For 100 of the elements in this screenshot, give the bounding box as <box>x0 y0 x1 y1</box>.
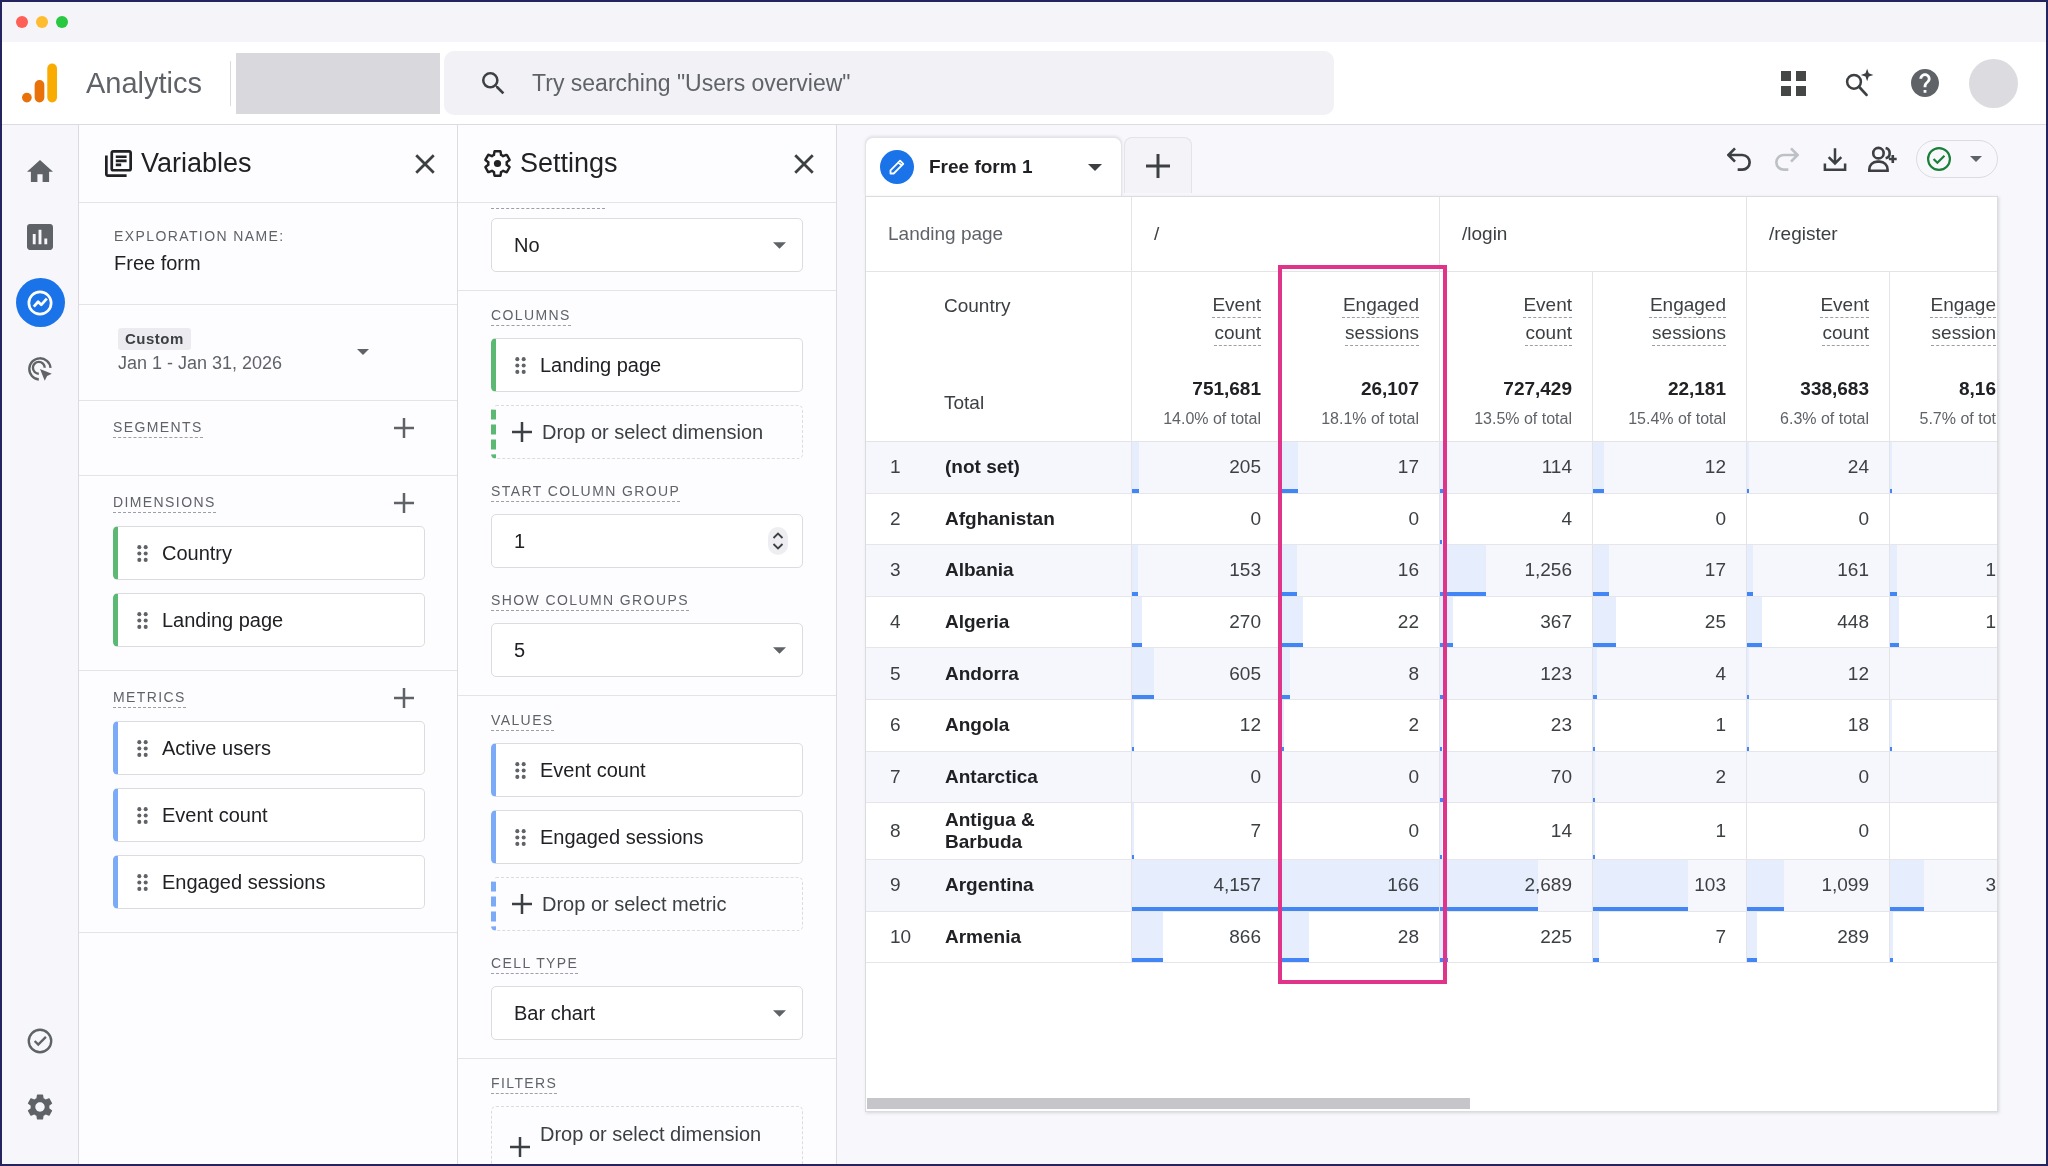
cell-value: 14 <box>1550 820 1572 843</box>
cell-value: 1,256 <box>1524 559 1572 582</box>
cell-value: 289 <box>1837 926 1869 949</box>
total-share: 6.3% of total <box>1780 409 1869 429</box>
cell-value: 448 <box>1837 611 1869 634</box>
cell-value: 28 <box>1397 926 1419 949</box>
home-icon <box>27 157 53 184</box>
close-icon <box>415 153 435 174</box>
cell-value: 161 <box>1837 559 1869 582</box>
search-bar[interactable]: Try searching "Users overview" <box>444 51 1335 115</box>
cell-value: 12 <box>1847 662 1869 685</box>
exploration-name[interactable]: Free form <box>114 251 201 275</box>
cell-value: 103 <box>1694 874 1726 897</box>
dimension-chip[interactable]: Landing page <box>491 338 803 392</box>
metric-header[interactable]: Engage session <box>1906 291 1996 347</box>
spinner-icon[interactable] <box>768 527 788 555</box>
dropdown[interactable]: Bar chart <box>491 986 803 1040</box>
drop-target[interactable]: Drop or select dimension <box>491 1106 803 1164</box>
dimension-chip[interactable]: Country <box>113 526 425 580</box>
field-label: EXPLORATION NAME: <box>114 227 285 245</box>
drag-handle-icon <box>137 544 148 562</box>
metric-header[interactable]: Event count <box>1482 291 1572 347</box>
cell-value: 24 <box>1847 456 1869 479</box>
plus-icon <box>394 493 414 513</box>
metric-header[interactable]: Event count <box>1779 291 1869 347</box>
cell-value: 17 <box>1704 559 1726 582</box>
cell-value: 70 <box>1550 765 1572 788</box>
status-dropdown[interactable] <box>1916 140 1998 178</box>
trend-chart-icon <box>27 289 53 316</box>
add-button[interactable] <box>393 417 415 439</box>
nav-button[interactable] <box>15 278 65 327</box>
date-range[interactable]: Jan 1 - Jan 31, 2026 <box>118 351 283 375</box>
metric-chip[interactable]: Event count <box>491 743 803 797</box>
cell-value: 205 <box>1229 456 1261 479</box>
pencil-icon <box>880 150 914 184</box>
row-number: 8 <box>890 820 901 843</box>
section-label: SEGMENTS <box>113 418 203 438</box>
search-icon <box>482 71 506 95</box>
cell-value: 2,689 <box>1524 874 1572 897</box>
tab[interactable]: Free form 1 <box>865 137 1122 196</box>
plus-icon <box>1146 153 1170 178</box>
row-number: 7 <box>890 765 901 788</box>
row-label: Antarctica <box>945 765 1038 788</box>
metric-chip[interactable]: Engaged sessions <box>113 855 425 909</box>
dimension-chip[interactable]: Landing page <box>113 593 425 647</box>
metric-chip[interactable]: Engaged sessions <box>491 810 803 864</box>
total-value: 338,683 <box>1800 377 1869 401</box>
cell-value: 17 <box>1397 456 1419 479</box>
metric-header[interactable]: Event count <box>1171 291 1261 347</box>
plus-icon <box>512 422 532 442</box>
panel-title: Variables <box>141 148 252 179</box>
caret-icon[interactable] <box>357 348 369 355</box>
row-label: Albania <box>945 559 1014 582</box>
cell-value: 12 <box>1704 456 1726 479</box>
row-number: 10 <box>890 926 912 949</box>
caret-icon <box>773 646 786 654</box>
caret-icon <box>1970 156 1982 162</box>
metric-header[interactable]: Engaged sessions <box>1329 291 1419 347</box>
row-label: Algeria <box>945 611 1010 634</box>
cell-value: 270 <box>1229 611 1261 634</box>
section-label: DIMENSIONS <box>113 493 216 513</box>
number-field[interactable]: 1 <box>491 514 803 568</box>
dropdown[interactable]: No <box>491 218 803 272</box>
total-value: 751,681 <box>1192 377 1261 401</box>
metric-chip[interactable]: Active users <box>113 721 425 775</box>
redo-icon <box>1775 147 1799 171</box>
app-name: Analytics <box>86 66 203 100</box>
total-value: 8,16 <box>1959 377 1996 401</box>
drag-handle-icon <box>137 739 148 757</box>
caret-icon <box>1088 163 1102 171</box>
add-button[interactable] <box>393 492 415 514</box>
settings-icon <box>484 150 511 177</box>
section-label: VALUES <box>491 712 554 731</box>
cell-value: 3 <box>1985 874 1996 897</box>
scrollbar-thumb[interactable] <box>867 1098 1470 1109</box>
drop-target[interactable]: Drop or select dimension <box>491 405 803 459</box>
cell-value: 367 <box>1540 611 1572 634</box>
total-value: 26,107 <box>1360 377 1419 401</box>
plus-icon <box>512 894 532 914</box>
cell-value: 4 <box>1561 507 1572 530</box>
cell-value: 25 <box>1704 611 1726 634</box>
window-close-button[interactable] <box>16 16 28 28</box>
add-tab-button[interactable] <box>1124 137 1192 193</box>
add-button[interactable] <box>393 687 415 709</box>
row-number: 5 <box>890 662 901 685</box>
row-dimension-header: Country <box>944 294 1011 318</box>
metric-header[interactable]: Engaged sessions <box>1636 291 1726 347</box>
cell-value: 866 <box>1229 926 1261 949</box>
row-label: Andorra <box>945 662 1019 685</box>
dropdown[interactable]: 5 <box>491 623 803 677</box>
total-share: 13.5% of total <box>1474 409 1572 429</box>
metric-chip[interactable]: Event count <box>113 788 425 842</box>
cell-value: 23 <box>1550 714 1572 737</box>
drop-target[interactable]: Drop or select metric <box>491 877 803 931</box>
section-label: START COLUMN GROUP <box>491 483 681 502</box>
drag-handle-icon <box>515 828 526 846</box>
cell-value: 1 <box>1715 820 1726 843</box>
column-header: /login <box>1462 223 1508 245</box>
search-field[interactable]: Try searching "Users overview" <box>532 63 1315 103</box>
plus-icon <box>510 1137 530 1157</box>
